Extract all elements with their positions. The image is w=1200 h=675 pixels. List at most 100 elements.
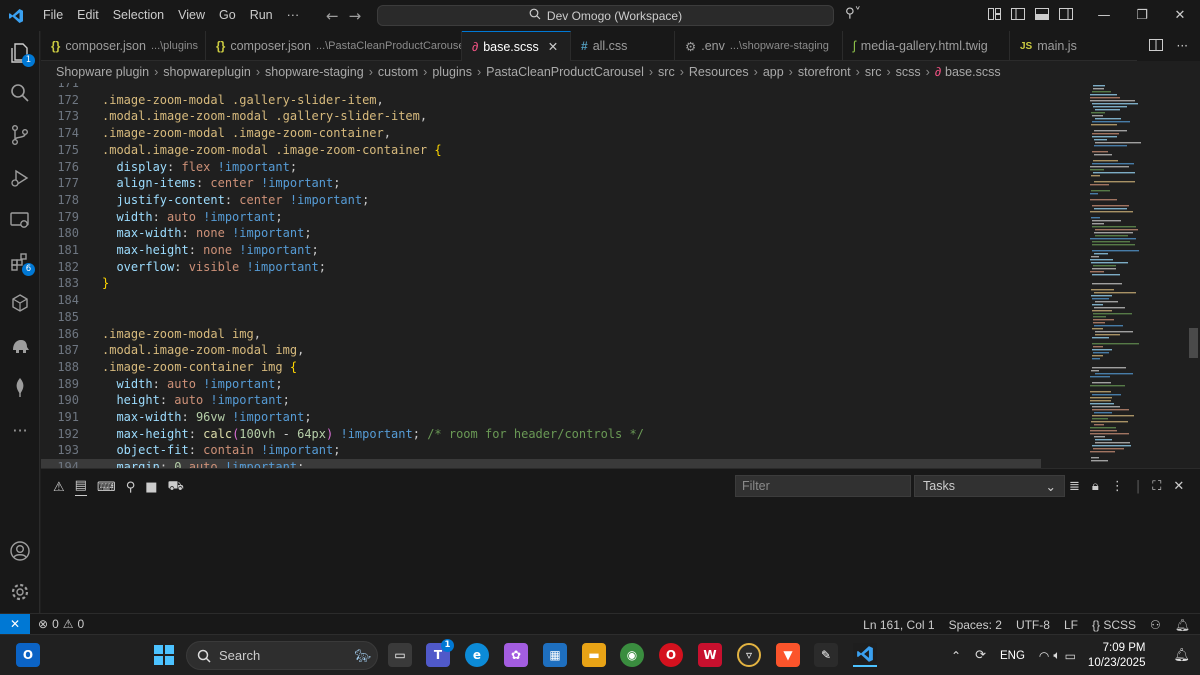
opera-icon[interactable]: O [659,643,683,667]
breadcrumb-item[interactable]: base.scss [945,65,1001,79]
tab-close-icon[interactable]: ✕ [548,39,558,54]
toggle-primary-sidebar-icon[interactable] [1011,8,1025,23]
explorer-icon[interactable]: 1 [0,35,40,71]
extensions-icon[interactable]: 6 [0,244,40,280]
editor-scrollbar[interactable] [1187,83,1200,468]
code-line[interactable]: 192 max-height: calc(100vh - 64px) !impo… [41,426,1041,443]
code-line[interactable]: 183} [41,275,1041,292]
code-line[interactable]: 173 .modal.image-zoom-modal .gallery-slid… [41,108,1041,125]
wifi-icon[interactable]: ◠ [1039,649,1049,663]
code-line[interactable]: 171 [41,83,1041,92]
minimize-icon[interactable]: — [1085,8,1123,23]
menu-more[interactable]: ··· [280,0,307,31]
remote-indicator-icon[interactable]: ✕ [0,613,30,635]
search-icon[interactable] [0,75,40,111]
code-line[interactable]: 193 object-fit: contain !important; [41,442,1041,459]
outlook-icon[interactable]: O [16,643,40,667]
code-line[interactable]: 190 height: auto !important; [41,392,1041,409]
code-line[interactable]: 189 width: auto !important; [41,376,1041,393]
close-icon[interactable]: ✕ [1161,8,1199,23]
code-line[interactable]: 172 .image-zoom-modal .gallery-slider-ite… [41,92,1041,109]
restore-icon[interactable]: ❐ [1123,8,1161,23]
chevron-up-icon[interactable]: ⌃ [951,649,961,663]
tab-env[interactable]: ⚙ .env ...\shopware-staging [675,31,843,61]
code-line[interactable]: 187 .modal.image-zoom-modal img, [41,342,1041,359]
customize-layout-icon[interactable] [988,8,1001,23]
breadcrumb-item[interactable]: plugins [432,65,472,79]
vpn-icon[interactable]: ▿ [737,643,761,667]
breadcrumb-item[interactable]: src [865,65,882,79]
debug-console-icon[interactable]: ■ [145,480,157,495]
run-debug-icon[interactable] [0,160,40,196]
code-editor[interactable]: 171 172 .image-zoom-modal .gallery-slider-… [41,83,1085,468]
code-line[interactable]: 185 [41,309,1041,326]
code-line[interactable]: 179 width: auto !important; [41,209,1041,226]
vscode-taskbar-icon[interactable] [853,643,877,667]
accounts-icon[interactable] [0,533,40,569]
menu-file[interactable]: File [36,0,70,31]
windows-start-icon[interactable] [152,643,176,667]
output-channel-select[interactable]: Tasks ⌄ [914,475,1065,497]
notifications-bell-icon[interactable]: 🔔︎ [1175,618,1190,632]
edge-icon[interactable]: e [465,643,489,667]
toggle-panel-icon[interactable] [1035,8,1049,23]
menu-selection[interactable]: Selection [106,0,171,31]
code-line[interactable]: 182 overflow: visible !important; [41,259,1041,276]
input-language[interactable]: ENG [1000,650,1025,662]
remote-explorer-icon[interactable] [0,202,40,238]
problems-status[interactable]: ⊗ 0 ⚠ 0 [38,617,84,631]
gitlens-icon[interactable]: ⛟ [168,479,184,496]
code-line[interactable]: 181 max-height: none !important; [41,242,1041,259]
terminal-icon[interactable]: ⌨ [97,480,116,495]
breadcrumb-item[interactable]: PastaCleanProductCarousel [486,65,644,79]
toggle-secondary-sidebar-icon[interactable] [1059,8,1073,23]
cursor-position[interactable]: Ln 161, Col 1 [863,618,934,632]
code-line[interactable]: 177 align-items: center !important; [41,175,1041,192]
breadcrumb-item[interactable]: custom [378,65,418,79]
menu-go[interactable]: Go [212,0,243,31]
volume-icon[interactable]: 🔈︎ [1053,648,1060,663]
breadcrumb-item[interactable]: Shopware plugin [56,65,149,79]
settings-gear-icon[interactable] [0,574,40,610]
command-center[interactable]: Dev Omogo (Workspace) [377,5,834,26]
more-views-icon[interactable]: ··· [0,412,40,448]
code-line[interactable]: 184 [41,292,1041,309]
code-line[interactable]: 186 .image-zoom-modal img, [41,326,1041,343]
ports-icon[interactable]: ⚲ [126,480,136,495]
menu-run[interactable]: Run [243,0,280,31]
breadcrumb-item[interactable]: storefront [798,65,851,79]
problems-icon[interactable]: ⚠ [53,480,65,495]
code-line[interactable]: 180 max-width: none !important; [41,225,1041,242]
forward-arrow-icon[interactable]: → [349,7,362,25]
encoding[interactable]: UTF-8 [1016,618,1050,632]
more-actions-icon[interactable]: ⋮ [1111,479,1124,494]
notification-bell-icon[interactable]: 🔔︎ [1173,648,1190,663]
task-view-icon[interactable]: ▭ [388,643,412,667]
tab-main-js[interactable]: JS main.js [1010,31,1100,61]
breadcrumb-item[interactable]: shopwareplugin [163,65,251,79]
breadcrumb-item[interactable]: shopware-staging [265,65,364,79]
more-actions-icon[interactable]: ··· [1177,39,1188,53]
wps-office-icon[interactable]: W [698,643,722,667]
sync-icon[interactable]: ⟳ [975,648,986,663]
microsoft-store-icon[interactable]: ▦ [543,643,567,667]
breadcrumb-item[interactable]: scss [896,65,921,79]
code-line[interactable]: 174 .image-zoom-modal .image-zoom-contain… [41,125,1041,142]
code-line[interactable]: 175 .modal.image-zoom-modal .image-zoom-c… [41,142,1041,159]
copilot-app-icon[interactable]: ✿ [504,643,528,667]
tab-composer-plugins[interactable]: {} composer.json ...\plugins [41,31,206,61]
teams-icon[interactable]: T 1 [426,639,454,667]
taskbar-search[interactable]: Search 🐆︎ [186,641,378,670]
copilot-icon[interactable]: ⚲˅ [845,6,861,21]
tab-all-css[interactable]: # all.css [571,31,675,61]
chrome-icon[interactable]: ◉ [620,643,644,667]
menu-view[interactable]: View [171,0,212,31]
file-explorer-icon[interactable]: ▬ [582,643,606,667]
scrollbar-thumb[interactable] [1189,328,1198,358]
php-elephant-icon[interactable] [0,327,40,363]
output-icon[interactable]: ▤ [74,478,87,496]
filter-input[interactable]: Filter [735,475,911,497]
code-line[interactable]: 178 justify-content: center !important; [41,192,1041,209]
tab-composer-carousel[interactable]: {} composer.json ...\PastaCleanProductCa… [206,31,462,61]
end-of-line[interactable]: LF [1064,618,1078,632]
